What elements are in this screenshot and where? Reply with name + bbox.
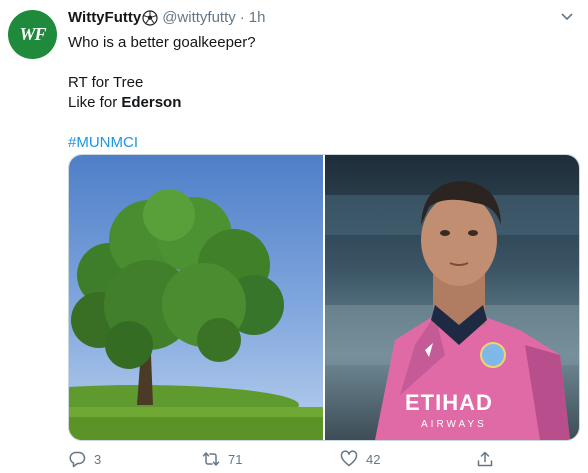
tweet-line: Who is a better goalkeeper?	[68, 34, 256, 51]
media-grid: ETIHAD AIRWAYS	[68, 154, 580, 441]
heart-icon	[340, 450, 358, 467]
share-icon	[477, 451, 493, 467]
chevron-down-icon[interactable]	[560, 12, 574, 22]
reply-count: 3	[94, 451, 102, 467]
tree-photo[interactable]	[69, 155, 323, 440]
tweet-header: WittyFutty @wittyfutty · 1h	[68, 9, 265, 26]
like-button[interactable]: 42	[340, 450, 380, 468]
tweet-card: WF WittyFutty @wittyfutty · 1h Who is a …	[0, 0, 588, 473]
action-bar: 3 71 42	[68, 450, 578, 472]
jersey-sponsor: ETIHAD	[405, 390, 493, 415]
tweet-line: RT for Tree	[68, 74, 144, 91]
goalkeeper-photo[interactable]: ETIHAD AIRWAYS	[325, 155, 579, 440]
jersey-sponsor-sub: AIRWAYS	[421, 419, 487, 430]
tweet-line-prefix: Like for	[68, 94, 122, 111]
handle[interactable]: @wittyfutty	[162, 9, 236, 26]
tweet-text: Who is a better goalkeeper? RT for Tree …	[68, 33, 256, 153]
like-count: 42	[366, 451, 381, 467]
tweet-line: Like for Ederson	[68, 93, 256, 113]
soccer-ball-icon	[142, 9, 158, 26]
share-button[interactable]	[476, 450, 502, 468]
retweet-count: 71	[228, 451, 243, 467]
hashtag-link[interactable]: #MUNMCI	[68, 133, 256, 153]
reply-icon	[69, 451, 86, 468]
timestamp[interactable]: 1h	[249, 9, 266, 26]
avatar-text: WF	[19, 24, 46, 44]
tweet-line-bold: Ederson	[121, 94, 182, 111]
retweet-button[interactable]: 71	[202, 450, 242, 468]
retweet-icon	[202, 452, 220, 466]
separator-dot: ·	[239, 9, 245, 26]
reply-button[interactable]: 3	[68, 450, 101, 468]
avatar[interactable]: WF	[8, 10, 57, 59]
display-name[interactable]: WittyFutty	[68, 9, 141, 26]
